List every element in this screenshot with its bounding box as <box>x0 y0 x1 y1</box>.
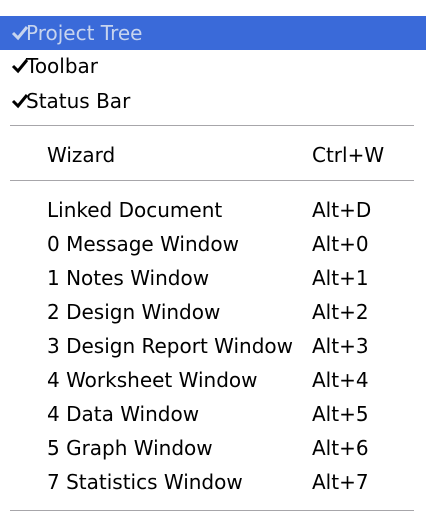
menu-item-project-tree[interactable]: Project Tree <box>0 16 426 50</box>
menu-item-shortcut: Alt+D <box>312 198 372 222</box>
menu-item-label: 5 Graph Window <box>47 436 213 460</box>
menu-item-shortcut: Alt+4 <box>312 368 369 392</box>
menu-item-shortcut: Alt+5 <box>312 402 369 426</box>
menu-item-toolbar[interactable]: Toolbar <box>0 49 426 83</box>
menu-item-label: 7 Statistics Window <box>47 470 243 494</box>
menu-item-worksheet-window[interactable]: 4 Worksheet Window Alt+4 <box>0 363 426 397</box>
menu-item-linked-document[interactable]: Linked Document Alt+D <box>0 193 426 227</box>
menu-item-data-window[interactable]: 4 Data Window Alt+5 <box>0 397 426 431</box>
menu-item-statistics-window[interactable]: 7 Statistics Window Alt+7 <box>0 465 426 499</box>
menu-item-label: Toolbar <box>26 54 99 78</box>
menu-item-label: 4 Worksheet Window <box>47 368 258 392</box>
menu-item-label: Linked Document <box>47 198 223 222</box>
menu-item-label: 2 Design Window <box>47 300 221 324</box>
menu-separator <box>10 125 414 127</box>
menu-item-design-window[interactable]: 2 Design Window Alt+2 <box>0 295 426 329</box>
menu-top-edge <box>0 0 426 2</box>
menu-item-message-window[interactable]: 0 Message Window Alt+0 <box>0 227 426 261</box>
menu-item-shortcut: Alt+6 <box>312 436 369 460</box>
menu-item-label: Project Tree <box>26 21 143 45</box>
menu-item-notes-window[interactable]: 1 Notes Window Alt+1 <box>0 261 426 295</box>
view-menu: Project Tree Toolbar Status Bar Wizard C… <box>0 0 426 519</box>
menu-item-label: Wizard <box>47 143 116 167</box>
menu-item-label: 0 Message Window <box>47 232 239 256</box>
menu-separator <box>10 180 414 182</box>
menu-item-status-bar[interactable]: Status Bar <box>0 84 426 118</box>
menu-item-label: Status Bar <box>26 89 131 113</box>
menu-item-design-report-window[interactable]: 3 Design Report Window Alt+3 <box>0 329 426 363</box>
menu-item-graph-window[interactable]: 5 Graph Window Alt+6 <box>0 431 426 465</box>
menu-item-label: 3 Design Report Window <box>47 334 294 358</box>
menu-item-shortcut: Alt+1 <box>312 266 369 290</box>
menu-item-shortcut: Alt+2 <box>312 300 369 324</box>
menu-separator <box>10 510 414 512</box>
menu-item-label: 1 Notes Window <box>47 266 210 290</box>
menu-item-shortcut: Alt+0 <box>312 232 369 256</box>
menu-item-shortcut: Ctrl+W <box>312 143 385 167</box>
menu-item-wizard[interactable]: Wizard Ctrl+W <box>0 138 426 172</box>
menu-item-shortcut: Alt+7 <box>312 470 369 494</box>
menu-item-shortcut: Alt+3 <box>312 334 369 358</box>
menu-item-label: 4 Data Window <box>47 402 200 426</box>
